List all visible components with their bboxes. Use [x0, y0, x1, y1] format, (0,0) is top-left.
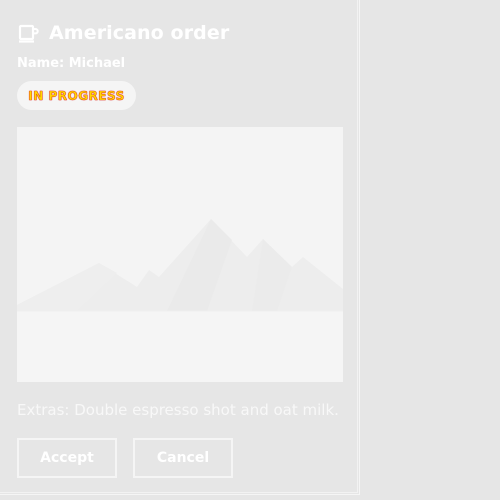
coffee-cup-icon [18, 22, 40, 44]
card-header: Americano order [18, 20, 229, 46]
card-title: Americano order [49, 22, 230, 44]
customer-name: Name: Michael [17, 56, 126, 71]
status-badge: IN PROGRESS [17, 81, 136, 110]
order-card: Americano order Name: Michael IN PROGRES… [0, 0, 358, 493]
cancel-button[interactable]: Cancel [133, 438, 233, 478]
product-image-placeholder [17, 127, 343, 382]
image-placeholder-icon [17, 127, 343, 382]
status-badge-label: IN PROGRESS [28, 88, 125, 103]
extras-text: Extras: Double espresso shot and oat mil… [17, 401, 339, 419]
accept-button[interactable]: Accept [17, 438, 117, 478]
